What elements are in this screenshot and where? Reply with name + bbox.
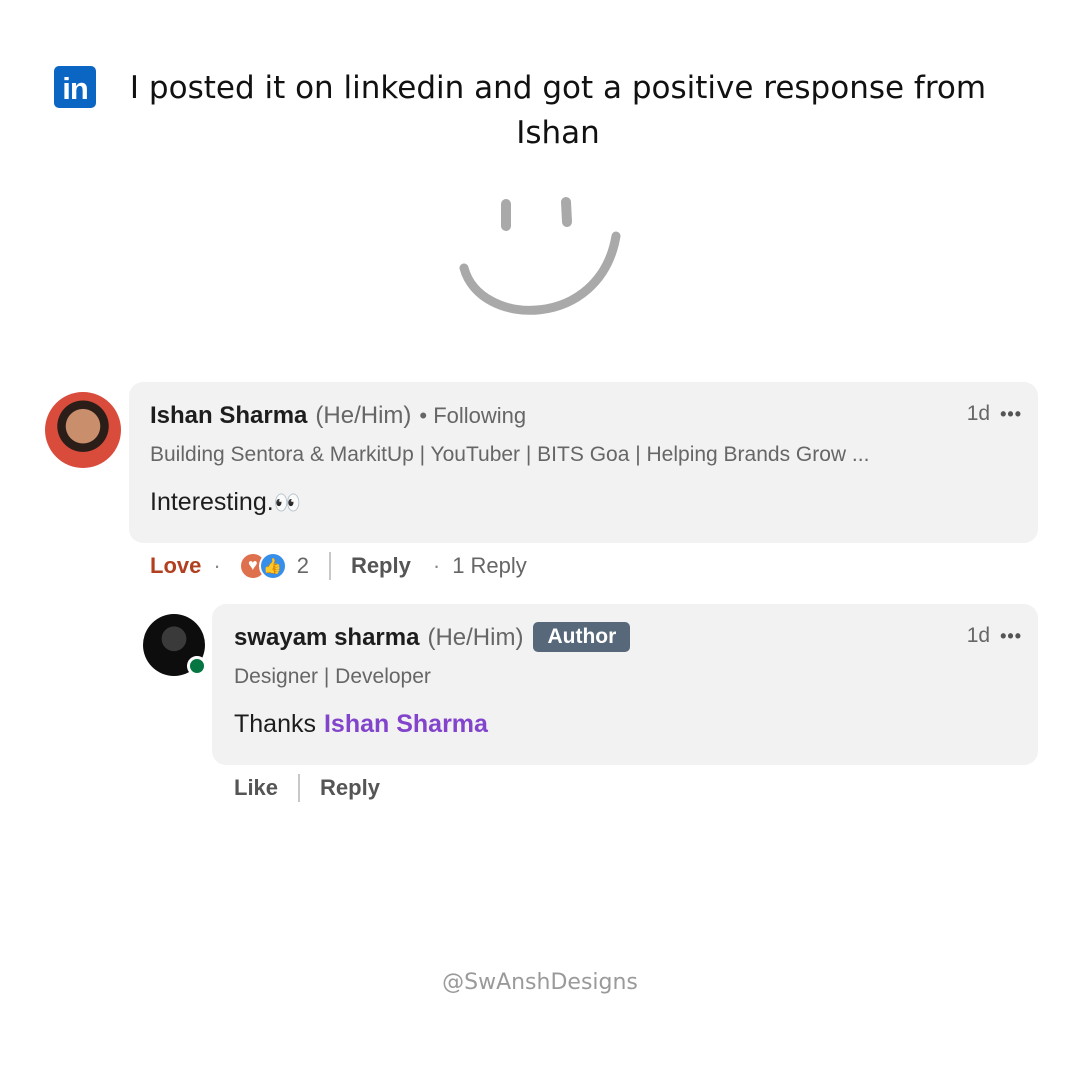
- comment-thread: Ishan Sharma (He/Him) • Following 1d •••…: [15, 380, 1065, 824]
- reaction-count[interactable]: 2: [297, 553, 309, 579]
- action-divider: [298, 774, 301, 802]
- comment-bubble: Ishan Sharma (He/Him) • Following 1d •••…: [129, 382, 1038, 543]
- reply-meta: 1d •••: [967, 624, 1022, 648]
- reply-button[interactable]: Reply: [320, 775, 380, 801]
- more-options-icon[interactable]: •••: [1000, 626, 1022, 647]
- separator-dot: ·: [213, 553, 221, 578]
- author-badge: Author: [533, 622, 631, 652]
- separator-dot: ·: [432, 553, 441, 578]
- online-status-icon: [187, 656, 207, 676]
- reply-time: 1d: [966, 624, 991, 647]
- comment-meta: 1d •••: [967, 402, 1022, 426]
- reply-bubble: swayam sharma (He/Him) Author 1d ••• Des…: [212, 604, 1038, 765]
- reply-actions: Like Reply: [234, 774, 380, 802]
- more-options-icon[interactable]: •••: [1000, 404, 1022, 425]
- reply-text-line: Thanks Ishan Sharma: [234, 710, 488, 739]
- comment-actions: Love · ♥ 👍 2 Reply · 1 Reply: [150, 552, 527, 580]
- eyes-emoji-icon: 👀: [273, 489, 302, 515]
- linkedin-logo-text: in: [62, 70, 89, 106]
- comment-name-line: Ishan Sharma (He/Him) • Following: [150, 402, 526, 430]
- like-button[interactable]: Like: [234, 775, 278, 801]
- comment-author-name[interactable]: Ishan Sharma: [150, 402, 307, 430]
- reaction-icons[interactable]: ♥ 👍: [238, 552, 291, 580]
- mention-link[interactable]: Ishan Sharma: [324, 710, 488, 739]
- smiley-face-icon: [459, 197, 621, 315]
- like-reaction-icon: 👍: [258, 552, 287, 580]
- reply-author-name[interactable]: swayam sharma: [234, 624, 419, 652]
- watermark: @SwAnshDesigns: [442, 970, 638, 995]
- comment-text: Interesting.: [150, 488, 274, 516]
- reply-author-headline: Designer | Developer: [234, 665, 431, 688]
- reply-button[interactable]: Reply: [351, 553, 411, 579]
- follow-status: • Following: [419, 403, 527, 428]
- linkedin-logo-icon: in: [54, 66, 96, 108]
- comment-author-pronouns: (He/Him): [315, 402, 412, 429]
- comment-text-line: Interesting. 👀: [150, 488, 301, 517]
- reply-name-line: swayam sharma (He/Him) Author: [234, 622, 631, 654]
- love-reaction-button[interactable]: Love: [150, 553, 201, 579]
- comment-author-headline: Building Sentora & MarkitUp | YouTuber |…: [150, 443, 870, 466]
- comment-time: 1d: [966, 402, 991, 425]
- reply-author-pronouns: (He/Him): [427, 624, 524, 651]
- replies-count-link[interactable]: 1 Reply: [452, 553, 527, 579]
- avatar-ishan[interactable]: [45, 392, 121, 468]
- header-title: I posted it on linkedin and got a positi…: [129, 70, 987, 151]
- action-divider: [328, 552, 331, 580]
- reply-text: Thanks: [234, 710, 316, 738]
